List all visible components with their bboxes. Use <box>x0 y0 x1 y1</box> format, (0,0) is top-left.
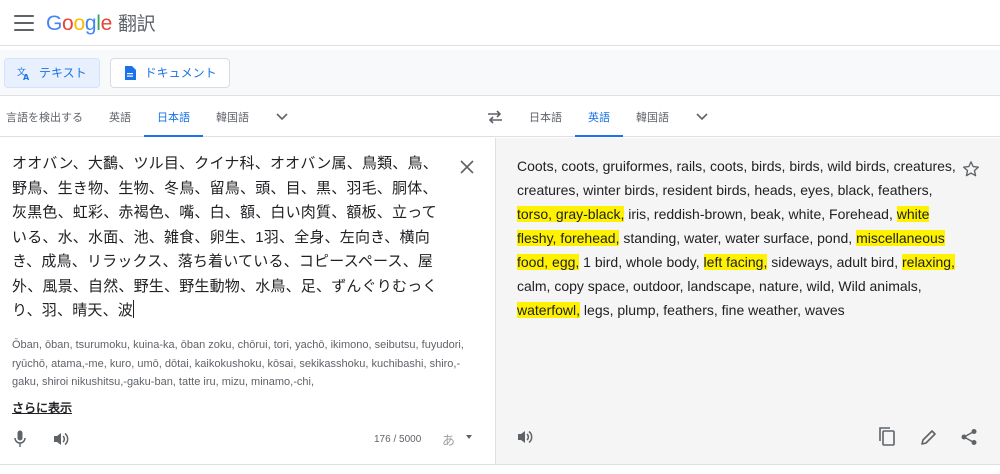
translate-icon: 文A <box>17 66 31 80</box>
share-icon[interactable] <box>960 428 978 446</box>
target-language-tabs: 日本語 英語 韓国語 <box>516 97 722 137</box>
text-caret <box>133 300 135 318</box>
logo-letter: o <box>62 12 74 35</box>
logo-letter: e <box>100 12 113 35</box>
text-mode-label: テキスト <box>39 66 87 80</box>
source-text-input[interactable]: オオバン、大鷭、ツル目、クイナ科、オオバン属、鳥類、鳥、野鳥、生き物、生物、冬鳥… <box>12 152 442 324</box>
swap-languages-icon[interactable] <box>484 107 506 127</box>
source-language-tabs: 言語を検出する 英語 日本語 韓国語 <box>0 97 302 137</box>
logo-letter: G <box>46 12 63 35</box>
translation-segment: iris, reddish-brown, beak, white, Forehe… <box>624 206 897 222</box>
speaker-icon[interactable] <box>52 430 70 448</box>
source-lang-english[interactable]: 英語 <box>96 97 144 137</box>
document-icon <box>123 65 137 80</box>
translation-segment: sideways, adult bird, <box>767 254 902 270</box>
document-mode-button[interactable]: ドキュメント <box>109 57 230 88</box>
product-name: 翻訳 <box>117 14 156 35</box>
source-lang-korean[interactable]: 韓国語 <box>203 97 262 137</box>
highlighted-phrase: relaxing, <box>902 254 955 270</box>
logo-letter: g <box>84 12 97 35</box>
copy-icon[interactable] <box>878 426 898 446</box>
pencil-icon[interactable] <box>920 428 938 446</box>
source-panel: オオバン、大鷭、ツル目、クイナ科、オオバン属、鳥類、鳥、野鳥、生き物、生物、冬鳥… <box>0 138 496 464</box>
speaker-icon[interactable] <box>516 428 534 446</box>
highlighted-phrase: waterfowl, <box>517 302 581 318</box>
menu-icon[interactable] <box>14 14 34 31</box>
translation-segment: standing, water, water surface, pond, <box>619 230 857 246</box>
source-lang-japanese[interactable]: 日本語 <box>144 97 203 137</box>
highlighted-phrase: left facing, <box>703 254 768 270</box>
app-header: Google 翻訳 <box>0 0 1000 46</box>
translation-segment: 1 bird, whole body, <box>579 254 704 270</box>
translation-segment: calm, copy space, outdoor, landscape, na… <box>517 278 922 294</box>
transliteration: Ōban, ōban, tsurumoku, kuina-ka, ōban zo… <box>12 339 464 388</box>
target-lang-japanese[interactable]: 日本語 <box>516 97 575 137</box>
input-method-button[interactable]: あ <box>442 430 455 449</box>
bottom-divider <box>0 464 1000 474</box>
close-icon[interactable] <box>460 160 476 176</box>
show-more-link[interactable]: さらに表示 <box>12 399 72 416</box>
document-mode-label: ドキュメント <box>144 66 217 80</box>
chevron-down-icon[interactable] <box>682 97 722 137</box>
target-lang-korean[interactable]: 韓国語 <box>623 97 682 137</box>
target-panel: Coots, coots, gruiformes, rails, coots, … <box>496 138 1000 464</box>
text-mode-button[interactable]: 文A テキスト <box>4 57 100 88</box>
character-count: 176 / 5000 <box>374 434 422 445</box>
star-icon[interactable] <box>962 160 982 180</box>
microphone-icon[interactable] <box>14 430 28 448</box>
chevron-down-icon[interactable] <box>262 97 302 137</box>
translation-output: Coots, coots, gruiformes, rails, coots, … <box>517 154 957 322</box>
target-lang-english[interactable]: 英語 <box>575 97 623 137</box>
language-bar: 言語を検出する 英語 日本語 韓国語 日本語 英語 韓国語 <box>0 97 1000 137</box>
source-footer: 176 / 5000 あ <box>0 424 496 454</box>
caret-down-icon[interactable] <box>466 435 472 439</box>
translation-segment: legs, plump, feathers, fine weather, wav… <box>580 302 845 318</box>
logo-letter: o <box>73 12 85 35</box>
mode-bar: 文A テキスト ドキュメント <box>0 50 1000 96</box>
svg-text:A: A <box>23 73 30 80</box>
highlighted-phrase: torso, gray-black, <box>517 206 625 222</box>
source-lang-detect[interactable]: 言語を検出する <box>0 97 96 137</box>
translation-segment: Coots, coots, gruiformes, rails, coots, … <box>517 158 956 198</box>
google-logo[interactable]: Google 翻訳 <box>46 9 156 36</box>
source-text: オオバン、大鷭、ツル目、クイナ科、オオバン属、鳥類、鳥、野鳥、生き物、生物、冬鳥… <box>12 155 438 319</box>
